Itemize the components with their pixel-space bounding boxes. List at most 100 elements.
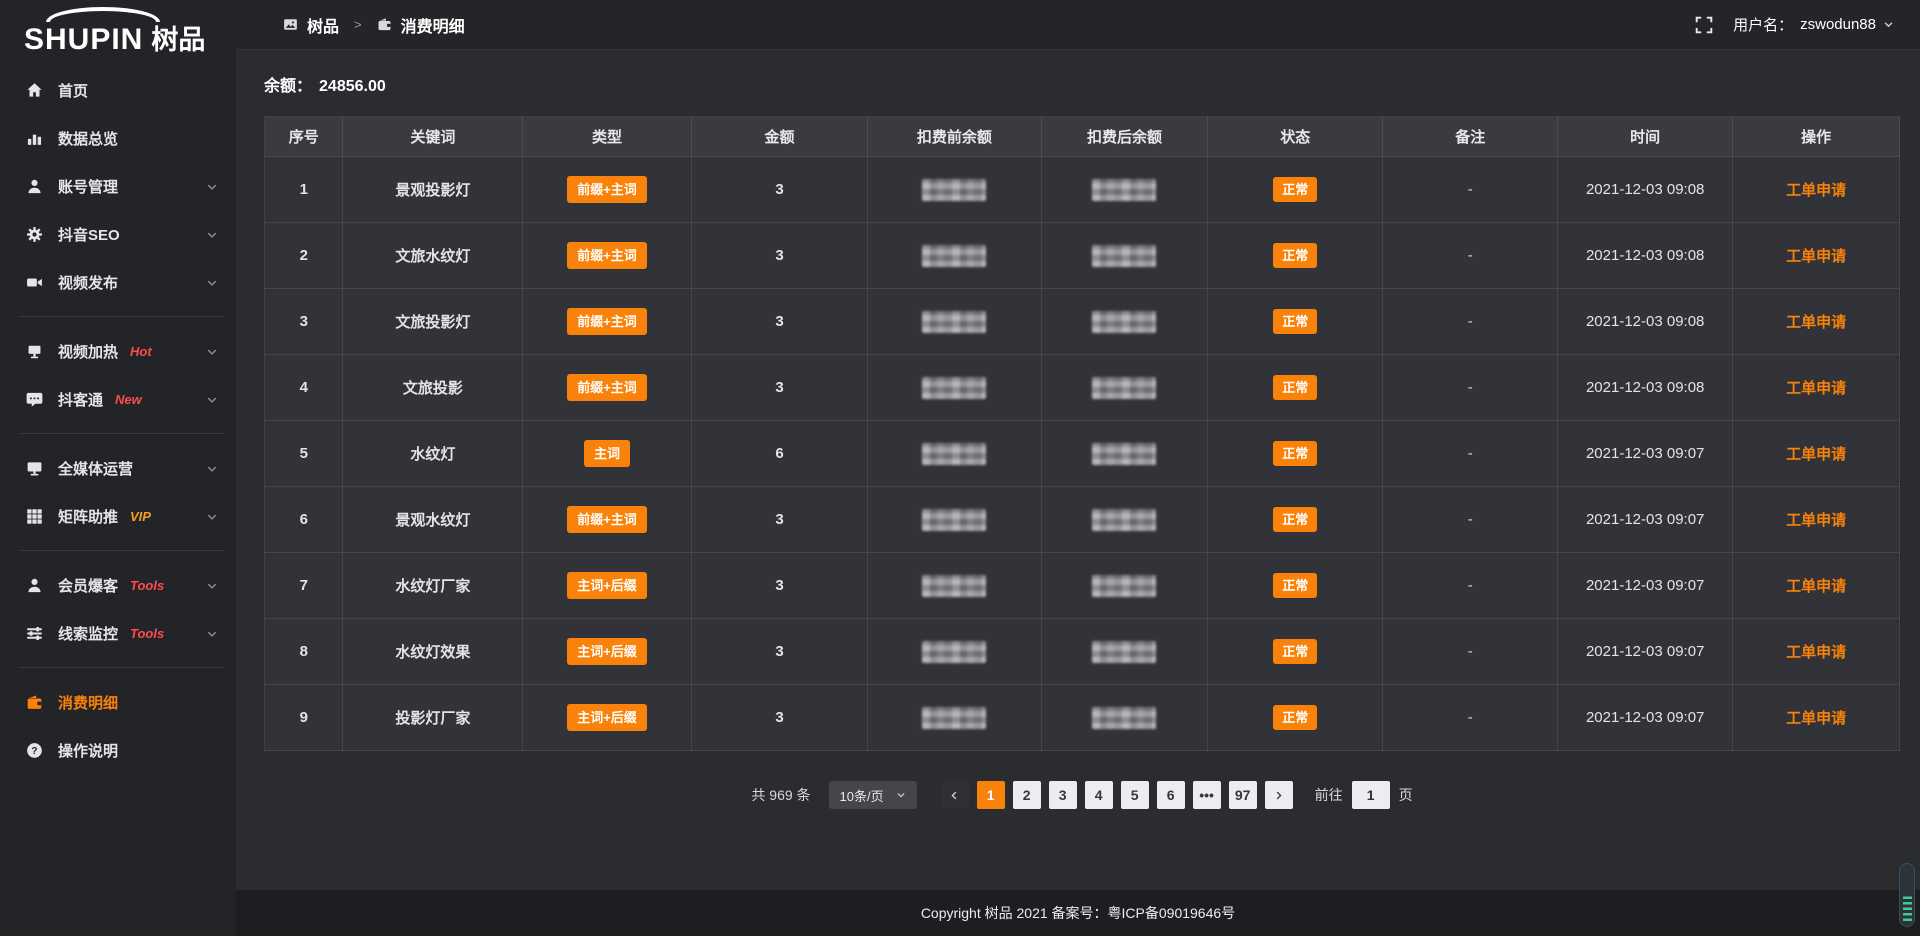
logo: SHUPIN 树品 bbox=[0, 0, 236, 58]
grid-icon bbox=[26, 508, 43, 525]
action-link[interactable]: 工单申请 bbox=[1786, 314, 1846, 331]
action-link[interactable]: 工单申请 bbox=[1786, 380, 1846, 397]
masked-balance-before bbox=[922, 575, 986, 597]
next-page-button[interactable] bbox=[1265, 781, 1293, 809]
user-menu[interactable]: 用户名：zswodun88 bbox=[1733, 14, 1894, 35]
sidebar-item-account[interactable]: 账号管理 bbox=[0, 162, 236, 210]
status-cell: 正常 bbox=[1208, 157, 1383, 223]
keyword-cell: 水纹灯厂家 bbox=[343, 553, 523, 619]
balance-after-cell bbox=[1041, 355, 1208, 421]
page-button-3[interactable]: 3 bbox=[1049, 781, 1077, 809]
sidebar-item-tag: Tools bbox=[130, 578, 164, 593]
keyword-cell: 景观水纹灯 bbox=[343, 487, 523, 553]
action-link[interactable]: 工单申请 bbox=[1786, 512, 1846, 529]
page-size-select[interactable]: 10条/页 bbox=[829, 781, 917, 809]
masked-balance-after bbox=[1092, 377, 1156, 399]
balance-before-cell bbox=[868, 685, 1041, 751]
row-index: 2 bbox=[265, 223, 343, 289]
sidebar: SHUPIN 树品 首页数据总览账号管理抖音SEO 视频发布视频加热Hot抖客通N… bbox=[0, 0, 236, 936]
masked-balance-before bbox=[922, 641, 986, 663]
chevron-down-icon bbox=[206, 463, 218, 475]
masked-balance-after bbox=[1092, 509, 1156, 531]
keyword-cell: 水纹灯效果 bbox=[343, 619, 523, 685]
remark-cell: - bbox=[1383, 421, 1558, 487]
type-cell: 前缀+主词 bbox=[523, 487, 691, 553]
nav-divider bbox=[20, 316, 224, 317]
sidebar-item-douyin-seo[interactable]: 抖音SEO bbox=[0, 210, 236, 258]
type-badge: 主词+后缀 bbox=[567, 638, 647, 665]
sidebar-item-douketong[interactable]: 抖客通New bbox=[0, 375, 236, 423]
sidebar-item-media-ops[interactable]: 全媒体运营 bbox=[0, 444, 236, 492]
page-button-97[interactable]: 97 bbox=[1229, 781, 1257, 809]
pagination-total: 共 969 条 bbox=[751, 785, 810, 805]
masked-balance-after bbox=[1092, 443, 1156, 465]
type-badge: 前缀+主词 bbox=[567, 308, 647, 335]
floating-widget[interactable] bbox=[1899, 863, 1915, 927]
sidebar-item-member-baoke[interactable]: 会员爆客Tools bbox=[0, 561, 236, 609]
action-cell: 工单申请 bbox=[1733, 685, 1900, 751]
sidebar-item-home[interactable]: 首页 bbox=[0, 66, 236, 114]
type-badge: 前缀+主词 bbox=[567, 506, 647, 533]
status-cell: 正常 bbox=[1208, 289, 1383, 355]
chevron-down-icon bbox=[206, 229, 218, 241]
masked-balance-after bbox=[1092, 707, 1156, 729]
sidebar-item-video-publish[interactable]: 视频发布 bbox=[0, 258, 236, 306]
action-link[interactable]: 工单申请 bbox=[1786, 710, 1846, 727]
status-badge: 正常 bbox=[1273, 177, 1317, 202]
type-badge: 主词 bbox=[584, 440, 630, 467]
action-link[interactable]: 工单申请 bbox=[1786, 446, 1846, 463]
status-badge: 正常 bbox=[1273, 573, 1317, 598]
page-button-1[interactable]: 1 bbox=[977, 781, 1005, 809]
type-cell: 主词+后缀 bbox=[523, 619, 691, 685]
sidebar-item-label: 全媒体运营 bbox=[58, 458, 133, 479]
page-button-5[interactable]: 5 bbox=[1121, 781, 1149, 809]
breadcrumb-app[interactable]: 树品 bbox=[307, 13, 339, 37]
status-badge: 正常 bbox=[1273, 309, 1317, 334]
page-button-4[interactable]: 4 bbox=[1085, 781, 1113, 809]
balance-before-cell bbox=[868, 619, 1041, 685]
sidebar-item-help[interactable]: ?操作说明 bbox=[0, 726, 236, 774]
sidebar-item-video-heat[interactable]: 视频加热Hot bbox=[0, 327, 236, 375]
sidebar-item-clue-monitor[interactable]: 线索监控Tools bbox=[0, 609, 236, 657]
masked-balance-before bbox=[922, 509, 986, 531]
goto-page-input[interactable] bbox=[1352, 781, 1390, 809]
sidebar-item-data-overview[interactable]: 数据总览 bbox=[0, 114, 236, 162]
action-link[interactable]: 工单申请 bbox=[1786, 182, 1846, 199]
floating-widget-stripes bbox=[1903, 894, 1912, 921]
nav-divider bbox=[20, 433, 224, 434]
sidebar-item-label: 视频发布 bbox=[58, 272, 118, 293]
breadcrumb: 树品 > 消费明细 bbox=[283, 13, 465, 37]
prev-page-button[interactable] bbox=[941, 781, 969, 809]
sidebar-item-matrix-boost[interactable]: 矩阵助推VIP bbox=[0, 492, 236, 540]
sidebar-item-label: 视频加热 bbox=[58, 341, 118, 362]
column-header: 扣费后余额 bbox=[1041, 117, 1208, 157]
sidebar-item-tag: Tools bbox=[130, 626, 164, 641]
status-badge: 正常 bbox=[1273, 705, 1317, 730]
sidebar-item-label: 抖客通 bbox=[58, 389, 103, 410]
type-badge: 前缀+主词 bbox=[567, 242, 647, 269]
table-row: 6景观水纹灯前缀+主词3正常-2021-12-03 09:07工单申请 bbox=[265, 487, 1900, 553]
action-link[interactable]: 工单申请 bbox=[1786, 644, 1846, 661]
logo-text-en: SHUPIN bbox=[24, 23, 143, 57]
masked-balance-after bbox=[1092, 179, 1156, 201]
action-cell: 工单申请 bbox=[1733, 157, 1900, 223]
amount-cell: 3 bbox=[691, 685, 868, 751]
breadcrumb-page: 消费明细 bbox=[401, 13, 465, 37]
action-link[interactable]: 工单申请 bbox=[1786, 248, 1846, 265]
time-cell: 2021-12-03 09:08 bbox=[1558, 289, 1733, 355]
page-button-6[interactable]: 6 bbox=[1157, 781, 1185, 809]
sidebar-item-consume-detail[interactable]: 消费明细 bbox=[0, 678, 236, 726]
keyword-cell: 文旅水纹灯 bbox=[343, 223, 523, 289]
page-button-2[interactable]: 2 bbox=[1013, 781, 1041, 809]
fullscreen-icon[interactable] bbox=[1695, 16, 1713, 34]
remark-cell: - bbox=[1383, 619, 1558, 685]
column-header: 类型 bbox=[523, 117, 691, 157]
footer: Copyright 树品 2021 备案号：粤ICP备09019646号 bbox=[236, 890, 1920, 936]
nav-divider bbox=[20, 550, 224, 551]
keyword: 投影灯厂家 bbox=[395, 710, 470, 727]
page-ellipsis-button[interactable]: ••• bbox=[1193, 781, 1221, 809]
time-cell: 2021-12-03 09:08 bbox=[1558, 223, 1733, 289]
action-link[interactable]: 工单申请 bbox=[1786, 578, 1846, 595]
keyword: 文旅水纹灯 bbox=[395, 248, 470, 265]
balance-before-cell bbox=[868, 553, 1041, 619]
